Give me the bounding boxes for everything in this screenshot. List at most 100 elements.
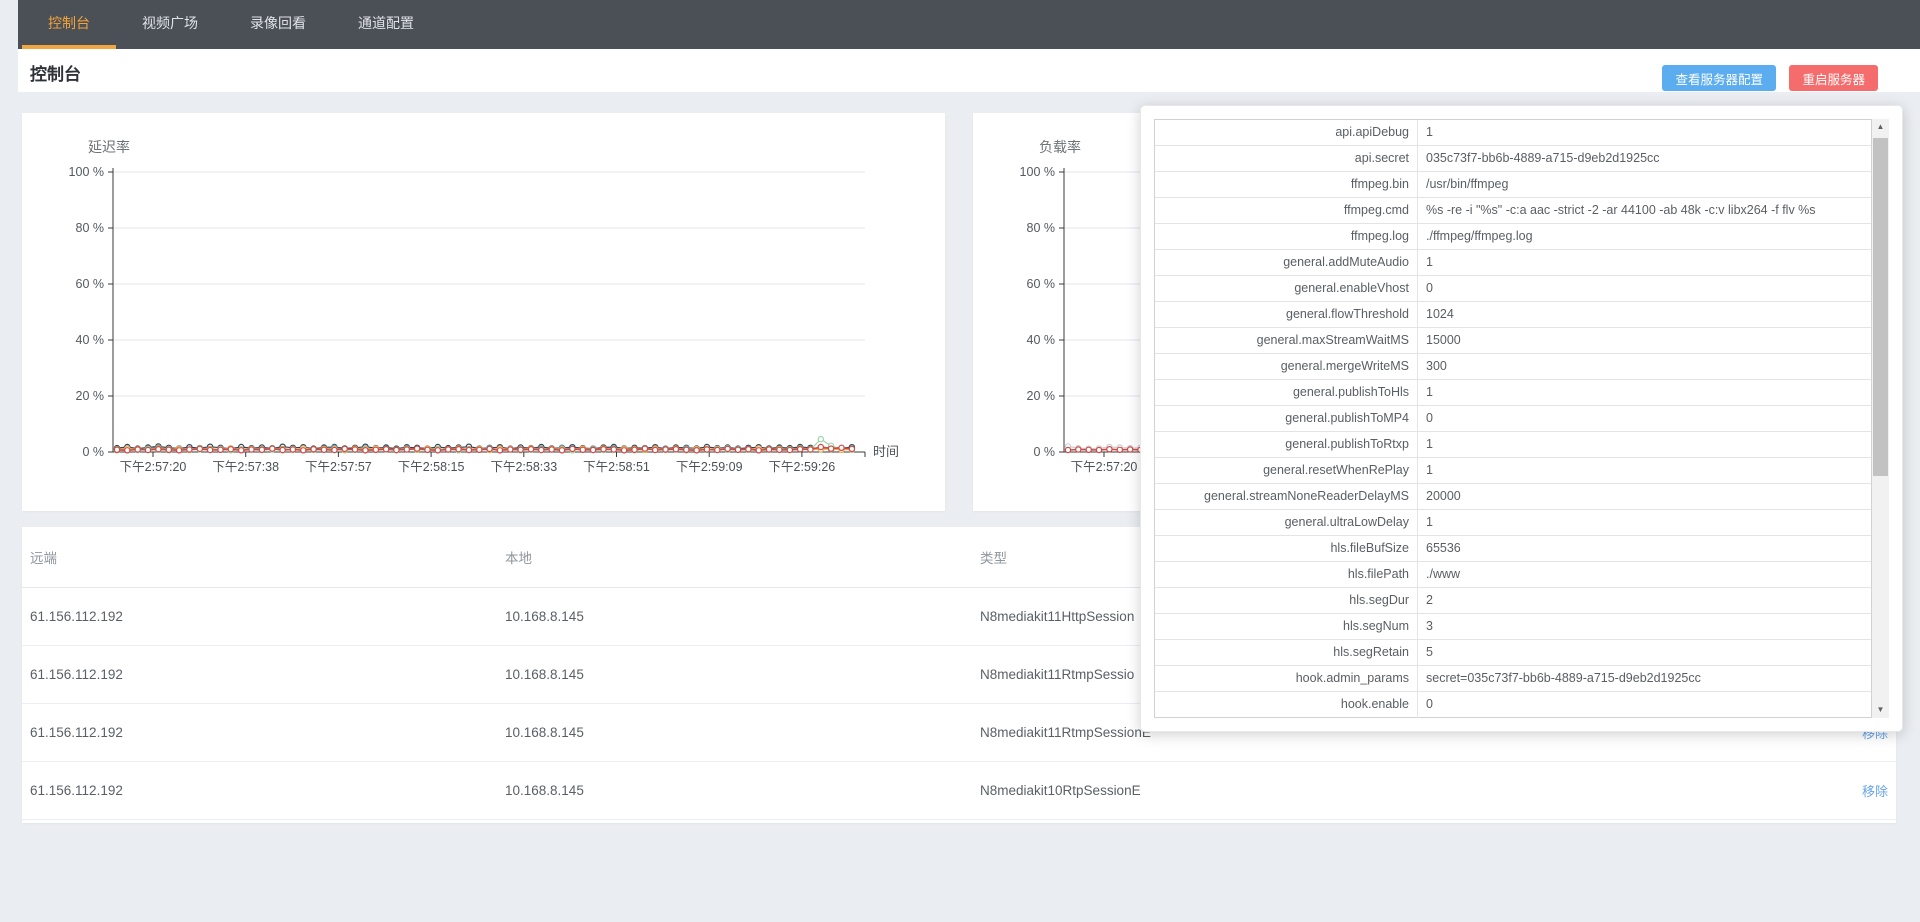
config-row: ffmpeg.log./ffmpeg/ffmpeg.log [1155, 224, 1871, 250]
config-key: hls.segRetain [1155, 640, 1418, 665]
config-value: ./ffmpeg/ffmpeg.log [1418, 224, 1871, 249]
remove-link[interactable]: 移除 [1862, 784, 1888, 799]
nav-tab-1[interactable]: 视频广场 [116, 0, 224, 49]
config-key: general.ultraLowDelay [1155, 510, 1418, 535]
restart-server-button[interactable]: 重启服务器 [1789, 65, 1878, 91]
scrollbar-thumb[interactable] [1873, 138, 1888, 476]
config-value: 1 [1418, 120, 1871, 145]
config-key: hook.enable [1155, 692, 1418, 718]
config-value: /usr/bin/ffmpeg [1418, 172, 1871, 197]
nav-tab-3[interactable]: 通道配置 [332, 0, 440, 49]
config-row: general.publishToMP40 [1155, 406, 1871, 432]
config-key: api.apiDebug [1155, 120, 1418, 145]
config-value: secret=035c73f7-bb6b-4889-a715-d9eb2d192… [1418, 666, 1871, 691]
cell-remote: 61.156.112.192 [22, 725, 497, 740]
config-key: hls.segDur [1155, 588, 1418, 613]
column-header-0: 远端 [22, 547, 497, 567]
config-row: general.flowThreshold1024 [1155, 302, 1871, 328]
nav-tab-2[interactable]: 录像回看 [224, 0, 332, 49]
config-row: general.maxStreamWaitMS15000 [1155, 328, 1871, 354]
svg-text:下午2:57:38: 下午2:57:38 [212, 460, 279, 474]
config-row: api.secret035c73f7-bb6b-4889-a715-d9eb2d… [1155, 146, 1871, 172]
view-server-config-button[interactable]: 查看服务器配置 [1662, 65, 1776, 91]
cell-local: 10.168.8.145 [497, 783, 972, 798]
svg-text:100 %: 100 % [69, 165, 104, 179]
scroll-up-icon[interactable]: ▲ [1872, 119, 1889, 135]
config-row: general.mergeWriteMS300 [1155, 354, 1871, 380]
config-value: 1 [1418, 250, 1871, 275]
config-value: 1 [1418, 510, 1871, 535]
config-key: api.secret [1155, 146, 1418, 171]
nav-tab-0[interactable]: 控制台 [22, 0, 116, 49]
page-title: 控制台 [30, 60, 81, 85]
cell-local: 10.168.8.145 [497, 725, 972, 740]
svg-text:80 %: 80 % [1027, 221, 1056, 235]
svg-text:下午2:59:26: 下午2:59:26 [769, 460, 836, 474]
config-value: 035c73f7-bb6b-4889-a715-d9eb2d1925cc [1418, 146, 1871, 171]
config-value: 15000 [1418, 328, 1871, 353]
config-value: 0 [1418, 692, 1871, 718]
config-row: ffmpeg.cmd%s -re -i "%s" -c:a aac -stric… [1155, 198, 1871, 224]
scroll-down-icon[interactable]: ▼ [1872, 702, 1889, 718]
cell-type: N8mediakit10RtpSessionE [972, 783, 1687, 798]
svg-text:0 %: 0 % [1033, 445, 1055, 459]
config-key: hls.segNum [1155, 614, 1418, 639]
config-key: general.enableVhost [1155, 276, 1418, 301]
svg-text:0 %: 0 % [82, 445, 104, 459]
config-value: 0 [1418, 406, 1871, 431]
config-value: 300 [1418, 354, 1871, 379]
svg-text:40 %: 40 % [1027, 333, 1056, 347]
config-key: general.addMuteAudio [1155, 250, 1418, 275]
svg-text:60 %: 60 % [76, 277, 105, 291]
config-key: hls.fileBufSize [1155, 536, 1418, 561]
svg-text:下午2:58:51: 下午2:58:51 [583, 460, 650, 474]
server-config-panel: api.apiDebug1api.secret035c73f7-bb6b-488… [1140, 105, 1903, 732]
svg-text:60 %: 60 % [1027, 277, 1056, 291]
svg-text:下午2:58:33: 下午2:58:33 [490, 460, 557, 474]
config-key: general.publishToRtxp [1155, 432, 1418, 457]
config-value: 65536 [1418, 536, 1871, 561]
config-row: general.publishToHls1 [1155, 380, 1871, 406]
config-value: %s -re -i "%s" -c:a aac -strict -2 -ar 4… [1418, 198, 1871, 223]
config-row: general.enableVhost0 [1155, 276, 1871, 302]
svg-text:延迟率: 延迟率 [88, 139, 130, 155]
cell-remote: 61.156.112.192 [22, 609, 497, 624]
config-row: general.resetWhenRePlay1 [1155, 458, 1871, 484]
svg-text:20 %: 20 % [1027, 389, 1056, 403]
cell-remote: 61.156.112.192 [22, 667, 497, 682]
config-value: ./www [1418, 562, 1871, 587]
config-value: 1 [1418, 432, 1871, 457]
config-key: ffmpeg.log [1155, 224, 1418, 249]
config-key: ffmpeg.cmd [1155, 198, 1418, 223]
config-row: hls.segDur2 [1155, 588, 1871, 614]
svg-text:100 %: 100 % [1020, 165, 1055, 179]
config-row: general.addMuteAudio1 [1155, 250, 1871, 276]
config-scrollbar[interactable]: ▲ ▼ [1872, 119, 1889, 718]
cell-local: 10.168.8.145 [497, 609, 972, 624]
config-value: 2 [1418, 588, 1871, 613]
config-key: general.mergeWriteMS [1155, 354, 1418, 379]
config-value: 3 [1418, 614, 1871, 639]
config-row: hls.filePath./www [1155, 562, 1871, 588]
config-value: 0 [1418, 276, 1871, 301]
config-value: 5 [1418, 640, 1871, 665]
svg-text:下午2:58:15: 下午2:58:15 [398, 460, 465, 474]
svg-text:40 %: 40 % [76, 333, 105, 347]
config-row: general.publishToRtxp1 [1155, 432, 1871, 458]
config-key: general.streamNoneReaderDelayMS [1155, 484, 1418, 509]
config-key: general.resetWhenRePlay [1155, 458, 1418, 483]
config-value: 1 [1418, 380, 1871, 405]
config-value: 1024 [1418, 302, 1871, 327]
config-row: hls.fileBufSize65536 [1155, 536, 1871, 562]
column-header-1: 本地 [497, 547, 972, 567]
config-row: api.apiDebug1 [1155, 120, 1871, 146]
svg-text:下午2:57:20: 下午2:57:20 [120, 460, 187, 474]
svg-text:下午2:59:09: 下午2:59:09 [676, 460, 743, 474]
config-key: general.publishToHls [1155, 380, 1418, 405]
svg-text:时间: 时间 [873, 444, 899, 459]
cell-remote: 61.156.112.192 [22, 783, 497, 798]
config-key: general.maxStreamWaitMS [1155, 328, 1418, 353]
latency-chart-card: 延迟率100 %80 %60 %40 %20 %0 %下午2:57:20下午2:… [22, 113, 945, 511]
config-key: general.flowThreshold [1155, 302, 1418, 327]
cell-local: 10.168.8.145 [497, 667, 972, 682]
